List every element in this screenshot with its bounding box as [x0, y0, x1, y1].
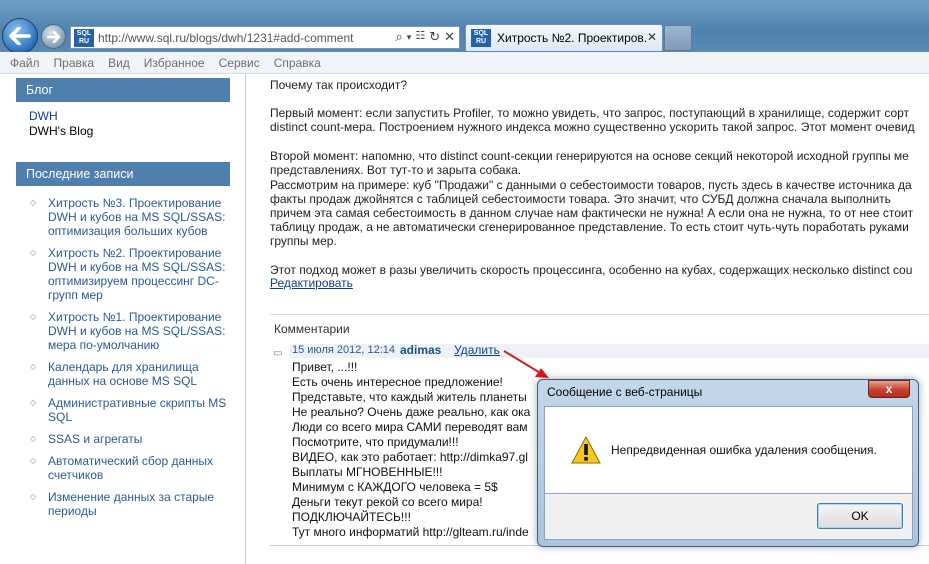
- warning-icon: [571, 436, 601, 464]
- dialog-title: Сообщение с веб-страницы: [547, 385, 703, 399]
- ok-button[interactable]: OK: [817, 503, 903, 529]
- dialog-message: Непредвиденная ошибка удаления сообщения…: [611, 443, 877, 457]
- dialog-close-button[interactable]: x: [868, 380, 910, 398]
- dialog-body: Непредвиденная ошибка удаления сообщения…: [544, 406, 913, 494]
- dialog-footer: OK: [544, 494, 913, 540]
- alert-dialog: Сообщение с веб-страницы x Непредвиденна…: [537, 379, 919, 547]
